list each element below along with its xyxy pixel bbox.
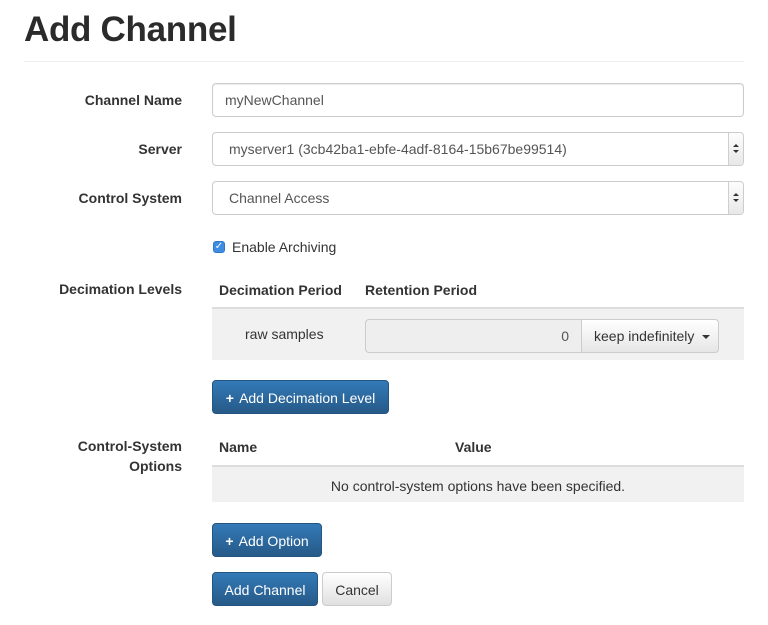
server-select[interactable]: myserver1 (3cb42ba1-ebfe-4adf-8164-15b67…: [212, 132, 744, 166]
select-arrows-icon: [728, 133, 743, 165]
plus-icon: +: [225, 533, 234, 549]
decimation-period-cell: raw samples: [245, 326, 324, 342]
retention-unit-dropdown[interactable]: keep indefinitely: [581, 319, 719, 353]
add-decimation-level-label: Add Decimation Level: [239, 390, 376, 406]
enable-archiving-label: Enable Archiving: [232, 239, 337, 255]
add-option-button[interactable]: + Add Option: [212, 523, 322, 557]
channel-name-label: Channel Name: [84, 92, 182, 108]
title-divider: [24, 61, 744, 62]
retention-value-input[interactable]: 0: [365, 319, 582, 353]
enable-archiving-toggle[interactable]: ✓ Enable Archiving: [213, 237, 336, 257]
decimation-levels-label: Decimation Levels: [59, 281, 182, 297]
control-system-label: Control System: [78, 190, 182, 206]
add-decimation-level-button[interactable]: + Add Decimation Level: [212, 380, 389, 414]
channel-name-input[interactable]: [212, 83, 744, 117]
control-system-select[interactable]: Channel Access: [212, 181, 744, 215]
retention-period-header: Retention Period: [365, 282, 478, 298]
control-system-options-label-line2: Options: [129, 458, 182, 474]
options-name-header: Name: [219, 439, 258, 455]
plus-icon: +: [225, 390, 234, 406]
add-option-label: Add Option: [238, 533, 309, 549]
select-arrows-icon: [728, 182, 743, 214]
control-system-select-value: Channel Access: [229, 190, 330, 206]
options-empty-message: No control-system options have been spec…: [330, 478, 626, 494]
control-system-options-label-line1: Control-System: [77, 438, 182, 454]
cancel-button[interactable]: Cancel: [322, 572, 392, 606]
retention-unit-label: keep indefinitely: [594, 328, 695, 344]
enable-archiving-checkbox[interactable]: ✓: [213, 241, 225, 253]
options-value-header: Value: [455, 439, 492, 455]
page-title: Add Channel: [24, 10, 237, 49]
add-channel-button[interactable]: Add Channel: [212, 572, 318, 606]
control-system-options-label: Control-System Options: [24, 436, 182, 476]
caret-down-icon: [702, 335, 711, 340]
decimation-period-header: Decimation Period: [219, 282, 342, 298]
server-label: Server: [138, 141, 182, 157]
server-select-value: myserver1 (3cb42ba1-ebfe-4adf-8164-15b67…: [229, 141, 567, 157]
